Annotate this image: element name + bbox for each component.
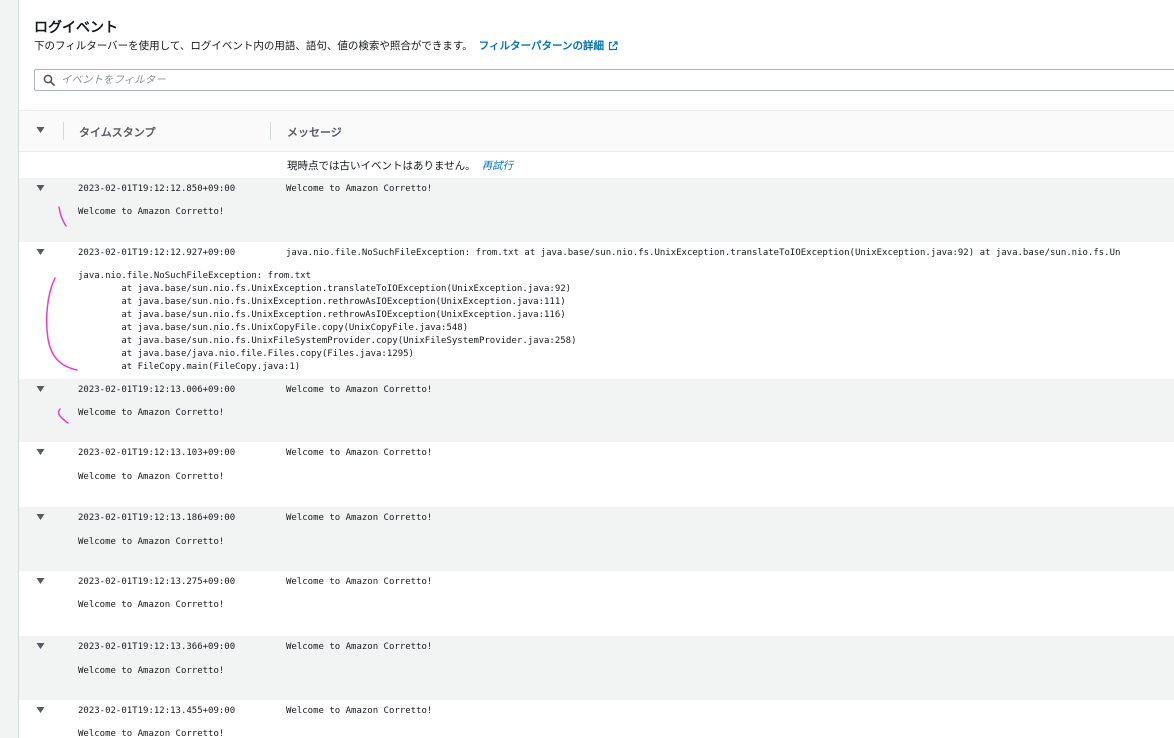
column-divider[interactable]	[63, 122, 64, 140]
page-description: 下のフィルターバーを使用して、ログイベント内の用語、語句、値の検索や照合ができま…	[34, 38, 618, 54]
row-detail: Welcome to Amazon Corretto!	[78, 729, 225, 738]
row-message: Welcome to Amazon Corretto!	[286, 385, 433, 395]
row-timestamp: 2023-02-01T19:12:13.455+09:00	[78, 706, 236, 716]
row-detail: Welcome to Amazon Corretto!	[78, 600, 225, 610]
caret-down-icon[interactable]	[36, 642, 45, 650]
caret-down-icon[interactable]	[36, 248, 45, 256]
row-timestamp: 2023-02-01T19:12:12.927+09:00	[78, 248, 236, 258]
table-row[interactable]: 2023-02-01T19:12:13.366+09:00 Welcome to…	[19, 636, 1174, 700]
column-divider[interactable]	[270, 122, 271, 140]
filter-pattern-link-label: フィルターパターンの詳細	[478, 40, 604, 52]
page-title: ログイベント	[34, 20, 118, 36]
row-timestamp: 2023-02-01T19:12:12.850+09:00	[78, 184, 236, 194]
row-detail: Welcome to Amazon Corretto!	[78, 207, 225, 217]
caret-down-icon[interactable]	[36, 126, 45, 134]
row-message: java.nio.file.NoSuchFileException: from.…	[286, 248, 1121, 258]
log-events-panel: ログイベント 下のフィルターバーを使用して、ログイベント内の用語、語句、値の検索…	[18, 0, 1174, 738]
row-message: Welcome to Amazon Corretto!	[286, 513, 433, 523]
row-message: Welcome to Amazon Corretto!	[286, 184, 433, 194]
row-timestamp: 2023-02-01T19:12:13.103+09:00	[78, 448, 236, 458]
row-detail: Welcome to Amazon Corretto!	[78, 537, 225, 547]
caret-down-icon[interactable]	[36, 706, 45, 714]
no-older-events-text: 現時点では古いイベントはありません。	[287, 160, 476, 172]
row-detail: Welcome to Amazon Corretto!	[78, 408, 225, 418]
column-header-message[interactable]: メッセージ	[287, 124, 342, 140]
external-link-icon	[608, 41, 618, 51]
table-row[interactable]: 2023-02-01T19:12:13.275+09:00 Welcome to…	[19, 571, 1174, 636]
table-header: タイムスタンプ メッセージ	[19, 110, 1174, 152]
row-timestamp: 2023-02-01T19:12:13.275+09:00	[78, 577, 236, 587]
annotation-bracket-mark	[58, 206, 67, 227]
table-row[interactable]: 2023-02-01T19:12:12.927+09:00 java.nio.f…	[19, 242, 1174, 379]
retry-link[interactable]: 再試行	[482, 160, 514, 172]
no-older-events-notice: 現時点では古いイベントはありません。 再試行	[287, 158, 513, 173]
table-row[interactable]: 2023-02-01T19:12:13.006+09:00 Welcome to…	[19, 379, 1174, 442]
filter-bar	[34, 69, 1174, 91]
row-timestamp: 2023-02-01T19:12:13.006+09:00	[78, 385, 236, 395]
search-icon	[43, 74, 55, 86]
caret-down-icon[interactable]	[36, 577, 45, 585]
table-row[interactable]: 2023-02-01T19:12:13.186+09:00 Welcome to…	[19, 507, 1174, 571]
annotation-bracket-mark	[57, 408, 69, 424]
row-message: Welcome to Amazon Corretto!	[286, 706, 433, 716]
row-timestamp: 2023-02-01T19:12:13.186+09:00	[78, 513, 236, 523]
column-header-timestamp[interactable]: タイムスタンプ	[79, 124, 155, 140]
table-row[interactable]: 2023-02-01T19:12:13.103+09:00 Welcome to…	[19, 442, 1174, 507]
row-detail: Welcome to Amazon Corretto!	[78, 472, 225, 482]
row-message: Welcome to Amazon Corretto!	[286, 577, 433, 587]
filter-events-input[interactable]	[61, 71, 661, 89]
annotation-bracket-mark	[45, 277, 78, 371]
description-text: 下のフィルターバーを使用して、ログイベント内の用語、語句、値の検索や照合ができま…	[34, 40, 473, 52]
panel-header: ログイベント 下のフィルターバーを使用して、ログイベント内の用語、語句、値の検索…	[34, 18, 618, 54]
caret-down-icon[interactable]	[36, 184, 45, 192]
table-row[interactable]: 2023-02-01T19:12:13.455+09:00 Welcome to…	[19, 700, 1174, 738]
row-message: Welcome to Amazon Corretto!	[286, 448, 433, 458]
caret-down-icon[interactable]	[36, 513, 45, 521]
filter-pattern-link[interactable]: フィルターパターンの詳細	[479, 40, 618, 52]
caret-down-icon[interactable]	[36, 448, 45, 456]
row-message: Welcome to Amazon Corretto!	[286, 642, 433, 652]
row-timestamp: 2023-02-01T19:12:13.366+09:00	[78, 642, 236, 652]
row-detail: Welcome to Amazon Corretto!	[78, 666, 225, 676]
table-row[interactable]: 2023-02-01T19:12:12.850+09:00 Welcome to…	[19, 178, 1174, 242]
row-detail: java.nio.file.NoSuchFileException: from.…	[78, 271, 577, 372]
caret-down-icon[interactable]	[36, 385, 45, 393]
